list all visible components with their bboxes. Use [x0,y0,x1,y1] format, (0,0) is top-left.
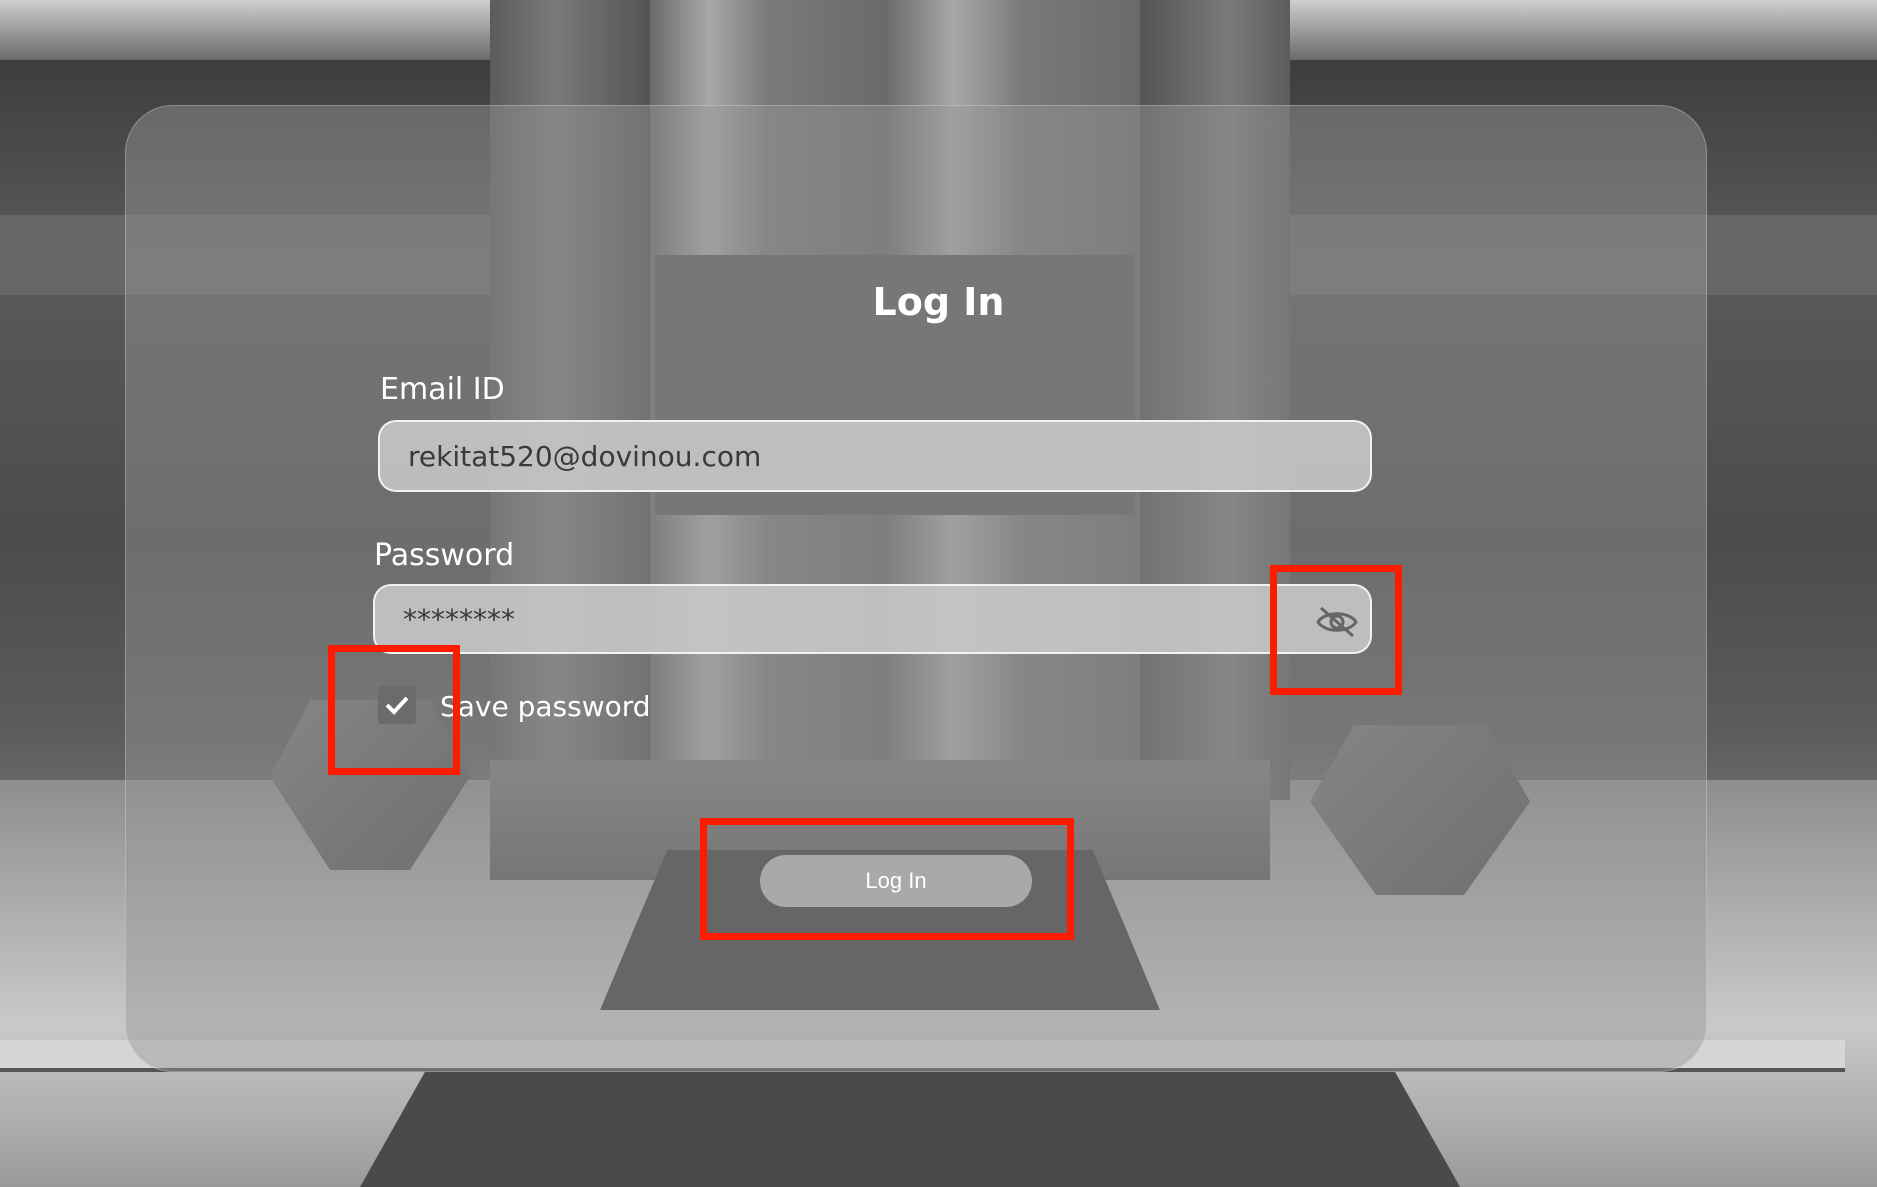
floor-carpet [360,1070,1460,1187]
ceiling-right [1290,0,1877,60]
eye-off-icon [1316,606,1358,638]
email-label: Email ID [380,372,505,407]
checkmark-icon [385,696,409,715]
vr-lobby-scene: Log In Email ID rekitat520@dovinou.com P… [0,0,1877,1187]
email-value: rekitat520@dovinou.com [408,439,762,473]
save-password-checkbox[interactable] [378,686,416,724]
password-field[interactable]: ******** [373,584,1372,654]
toggle-password-visibility-button[interactable] [1307,592,1367,652]
login-button[interactable]: Log In [760,855,1032,907]
ceiling-left [0,0,500,60]
password-value: ******** [403,602,515,636]
page-title: Log In [872,280,1005,324]
email-field[interactable]: rekitat520@dovinou.com [378,420,1372,492]
save-password-label[interactable]: Save password [440,690,651,723]
password-label: Password [374,538,515,573]
